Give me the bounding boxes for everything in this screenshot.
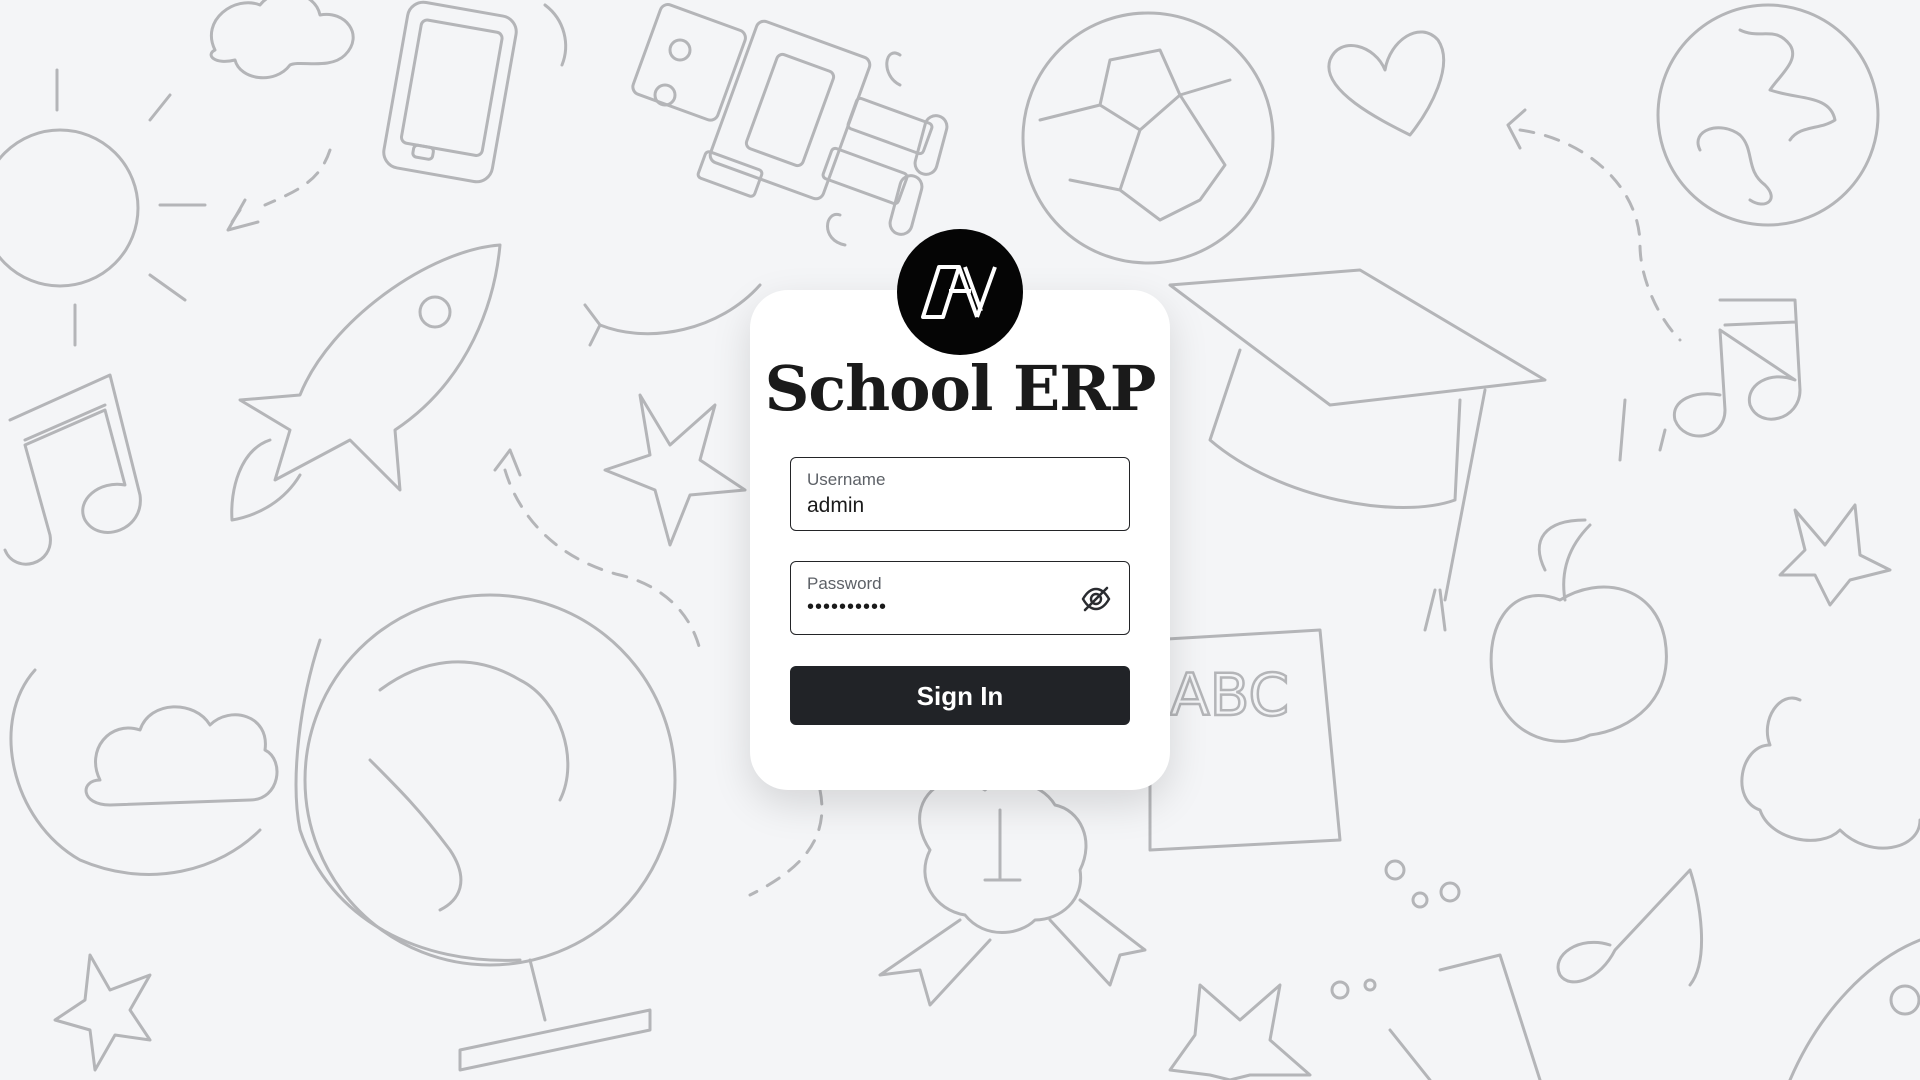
star-doodle (603, 393, 747, 547)
username-label: Username (807, 470, 886, 489)
music-note-doodle-right (1618, 298, 1802, 462)
eye-off-icon[interactable] (1081, 586, 1111, 612)
cloud-doodle (209, 0, 355, 80)
moon-doodle (9, 668, 262, 876)
soccer-ball-doodle (1021, 11, 1275, 265)
robot-doodle (631, 3, 949, 247)
app-logo (897, 229, 1023, 355)
username-field[interactable]: Username (790, 457, 1130, 531)
heart-doodle (1327, 30, 1445, 137)
sun-doodle (0, 68, 207, 347)
music-note-doodle-bottom (1556, 868, 1704, 987)
app-title: School ERP (764, 352, 1157, 425)
sign-in-button[interactable]: Sign In (790, 666, 1130, 725)
earth-doodle (1656, 3, 1880, 227)
svg-text:ABC: ABC (1170, 661, 1289, 729)
password-input[interactable]: •••••••••• (807, 596, 1067, 619)
abc-book-doodle: ABC (1148, 628, 1342, 852)
star-doodle-bottom (53, 953, 152, 1072)
star-doodle-center (1168, 983, 1312, 1080)
phone-doodle (382, 0, 568, 184)
globe-doodle (294, 593, 677, 1072)
logo-mark-icon (921, 265, 997, 319)
username-input[interactable] (807, 494, 1067, 518)
password-label: Password (807, 574, 882, 593)
apple-doodle (1489, 518, 1668, 743)
test-tube-doodle (1330, 859, 1542, 1080)
password-field[interactable]: Password •••••••••• (790, 561, 1130, 635)
graduation-cap-doodle (1168, 268, 1547, 632)
medal-doodle (878, 777, 1147, 1007)
music-note-doodle (3, 373, 142, 566)
rocket-doodle (230, 243, 502, 522)
cloud-doodle-right (1740, 696, 1920, 850)
cloud-doodle-left (84, 705, 279, 807)
arrow-doodle (228, 148, 332, 227)
star-doodle-right (1778, 503, 1892, 607)
